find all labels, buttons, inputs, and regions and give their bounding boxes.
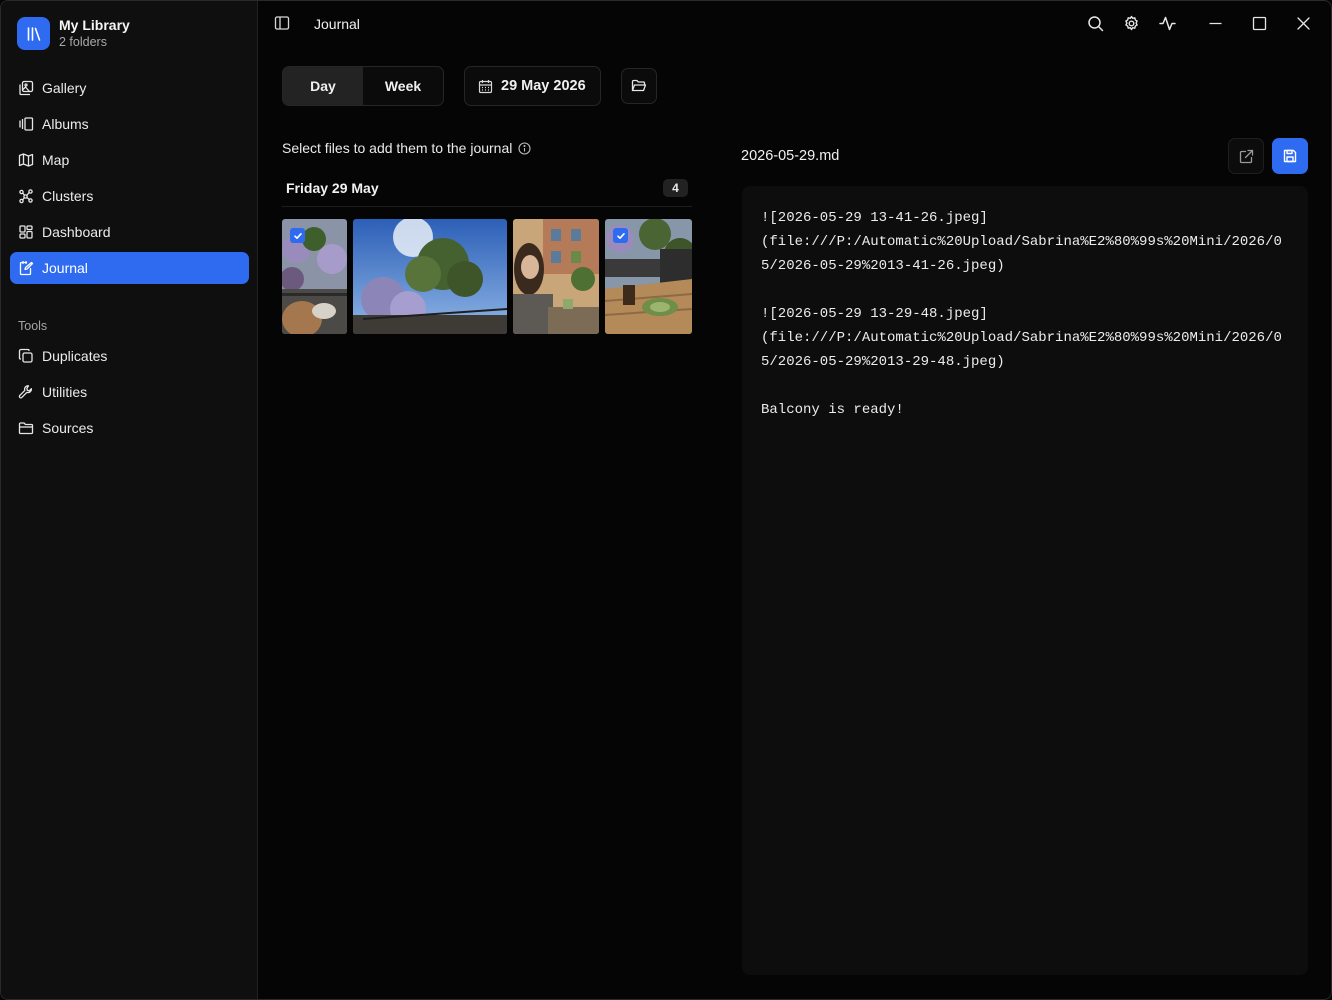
- sidebar-item-label: Clusters: [42, 188, 94, 204]
- day-heading: Friday 29 May: [286, 180, 379, 196]
- sidebar: My Library 2 folders Gallery Albums Map …: [1, 1, 258, 999]
- duplicates-icon: [18, 348, 33, 363]
- tools-nav: Duplicates Utilities Sources: [10, 340, 249, 448]
- wrench-icon: [18, 385, 33, 399]
- journal-file-name: 2026-05-29.md: [741, 148, 840, 164]
- open-folder-button[interactable]: [621, 68, 657, 104]
- sidebar-item-label: Utilities: [42, 384, 88, 400]
- view-day-button[interactable]: Day: [283, 67, 363, 105]
- journal-editor[interactable]: ![2026-05-29 13-41-26.jpeg] (file:///P:/…: [742, 186, 1308, 975]
- sidebar-item-label: Dashboard: [42, 224, 111, 240]
- calendar-icon: [478, 79, 493, 93]
- close-icon[interactable]: [1295, 15, 1312, 32]
- dashboard-icon: [19, 225, 33, 239]
- sidebar-item-label: Albums: [42, 116, 89, 132]
- selected-check-icon: [290, 228, 305, 243]
- hint-text: Select files to add them to the journal: [282, 140, 513, 156]
- app-window: My Library 2 folders Gallery Albums Map …: [0, 0, 1332, 1000]
- photo-thumbnail[interactable]: [353, 219, 507, 334]
- sidebar-item-clusters[interactable]: Clusters: [10, 180, 249, 212]
- tools-section-label: Tools: [18, 319, 48, 333]
- gear-icon[interactable]: [1123, 15, 1140, 32]
- activity-icon[interactable]: [1159, 15, 1176, 32]
- minimize-icon[interactable]: [1207, 15, 1224, 32]
- selected-date: 29 May 2026: [501, 78, 586, 94]
- gallery-icon: [19, 80, 34, 96]
- save-icon: [1283, 149, 1297, 163]
- day-count-badge: 4: [663, 179, 688, 197]
- open-external-button[interactable]: [1228, 138, 1264, 174]
- info-icon[interactable]: [518, 141, 531, 155]
- photo-image: [353, 219, 507, 334]
- sidebar-item-dashboard[interactable]: Dashboard: [10, 216, 249, 248]
- view-week-button[interactable]: Week: [363, 67, 443, 105]
- clusters-icon: [19, 189, 33, 204]
- journal-hint: Select files to add them to the journal: [282, 140, 531, 156]
- titlebar: Journal: [258, 1, 1331, 47]
- sidebar-item-label: Journal: [42, 260, 88, 276]
- view-toggle: Day Week: [282, 66, 444, 106]
- maximize-icon[interactable]: [1251, 15, 1268, 32]
- sidebar-item-label: Sources: [42, 420, 94, 436]
- sidebar-item-label: Gallery: [42, 80, 87, 96]
- photo-image: [513, 219, 599, 334]
- library-switcher[interactable]: My Library 2 folders: [17, 17, 130, 50]
- folder-icon: [18, 422, 34, 435]
- albums-icon: [19, 117, 34, 131]
- folder-open-icon: [631, 79, 647, 92]
- sidebar-item-utilities[interactable]: Utilities: [10, 376, 249, 408]
- sidebar-item-gallery[interactable]: Gallery: [10, 72, 249, 104]
- library-subtitle: 2 folders: [59, 35, 107, 49]
- sidebar-nav: Gallery Albums Map Clusters Dashboard Jo…: [10, 72, 249, 288]
- sidebar-item-label: Map: [42, 152, 70, 168]
- library-title: My Library: [59, 17, 130, 33]
- map-icon: [18, 153, 34, 167]
- day-divider: [282, 206, 692, 207]
- selected-check-icon: [613, 228, 628, 243]
- photo-thumbnail[interactable]: [282, 219, 347, 334]
- external-link-icon: [1239, 149, 1253, 163]
- sidebar-item-journal[interactable]: Journal: [10, 252, 249, 284]
- photo-thumbnail[interactable]: [605, 219, 692, 334]
- date-picker-button[interactable]: 29 May 2026: [464, 66, 601, 106]
- sidebar-item-map[interactable]: Map: [10, 144, 249, 176]
- sidebar-toggle-icon[interactable]: [274, 15, 290, 31]
- sidebar-item-sources[interactable]: Sources: [10, 412, 249, 444]
- search-icon[interactable]: [1087, 15, 1104, 32]
- photo-thumbnail[interactable]: [513, 219, 599, 334]
- journal-icon: [19, 260, 34, 276]
- library-logo-icon: [17, 17, 50, 50]
- sidebar-item-duplicates[interactable]: Duplicates: [10, 340, 249, 372]
- sidebar-item-label: Duplicates: [42, 348, 108, 364]
- page-title: Journal: [314, 16, 360, 32]
- save-button[interactable]: [1272, 138, 1308, 174]
- sidebar-item-albums[interactable]: Albums: [10, 108, 249, 140]
